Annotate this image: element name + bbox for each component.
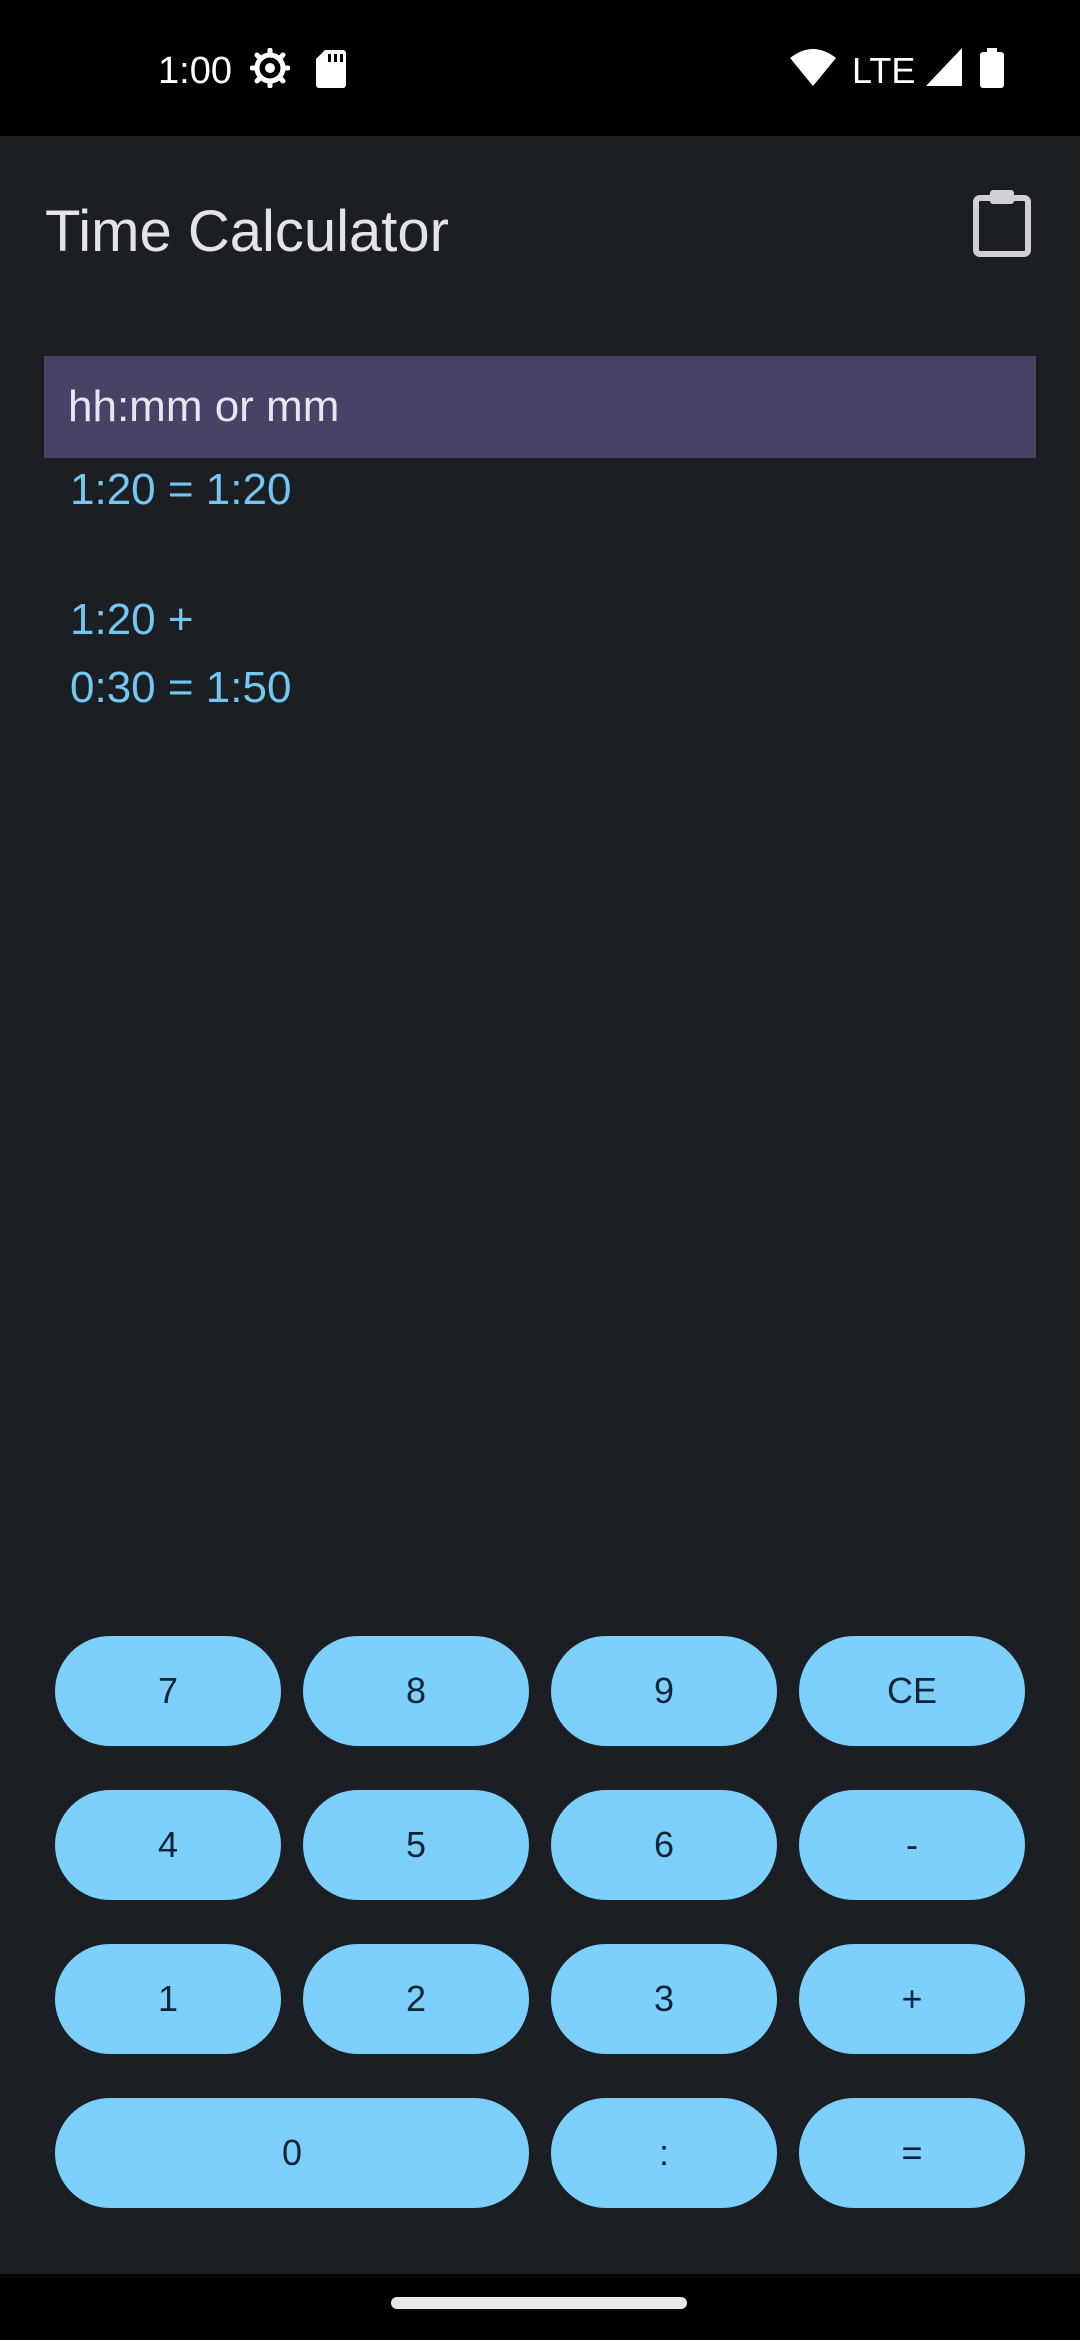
minus-button[interactable]: - [799,1790,1025,1900]
clipboard-icon [973,190,1031,257]
history-line: 1:20 = 1:20 [70,465,292,514]
history-line: 1:20 + [70,595,194,644]
colon-button[interactable]: : [551,2098,777,2208]
app-bar: Time Calculator [0,136,1080,316]
wifi-icon [790,49,836,86]
key-1[interactable]: 1 [55,1944,281,2054]
clipboard-button[interactable] [972,188,1032,258]
settings-icon [250,48,290,88]
key-2[interactable]: 2 [303,1944,529,2054]
signal-icon [926,48,962,86]
battery-icon [980,48,1004,88]
navigation-bar [0,2274,1080,2340]
equals-button[interactable]: = [799,2098,1025,2208]
key-0[interactable]: 0 [55,2098,529,2208]
key-9[interactable]: 9 [551,1636,777,1746]
key-6[interactable]: 6 [551,1790,777,1900]
history-line: 0:30 = 1:50 [70,663,292,712]
time-input[interactable] [44,356,1036,458]
plus-button[interactable]: + [799,1944,1025,2054]
key-5[interactable]: 5 [303,1790,529,1900]
network-type: LTE [852,50,916,91]
home-gesture-handle[interactable] [391,2297,687,2309]
key-3[interactable]: 3 [551,1944,777,2054]
clear-entry-button[interactable]: CE [799,1636,1025,1746]
status-time: 1:00 [158,50,232,92]
key-8[interactable]: 8 [303,1636,529,1746]
app-title: Time Calculator [45,199,449,264]
status-bar: 1:00 LTE [0,0,1080,136]
sd-card-icon [316,50,346,88]
key-7[interactable]: 7 [55,1636,281,1746]
key-4[interactable]: 4 [55,1790,281,1900]
